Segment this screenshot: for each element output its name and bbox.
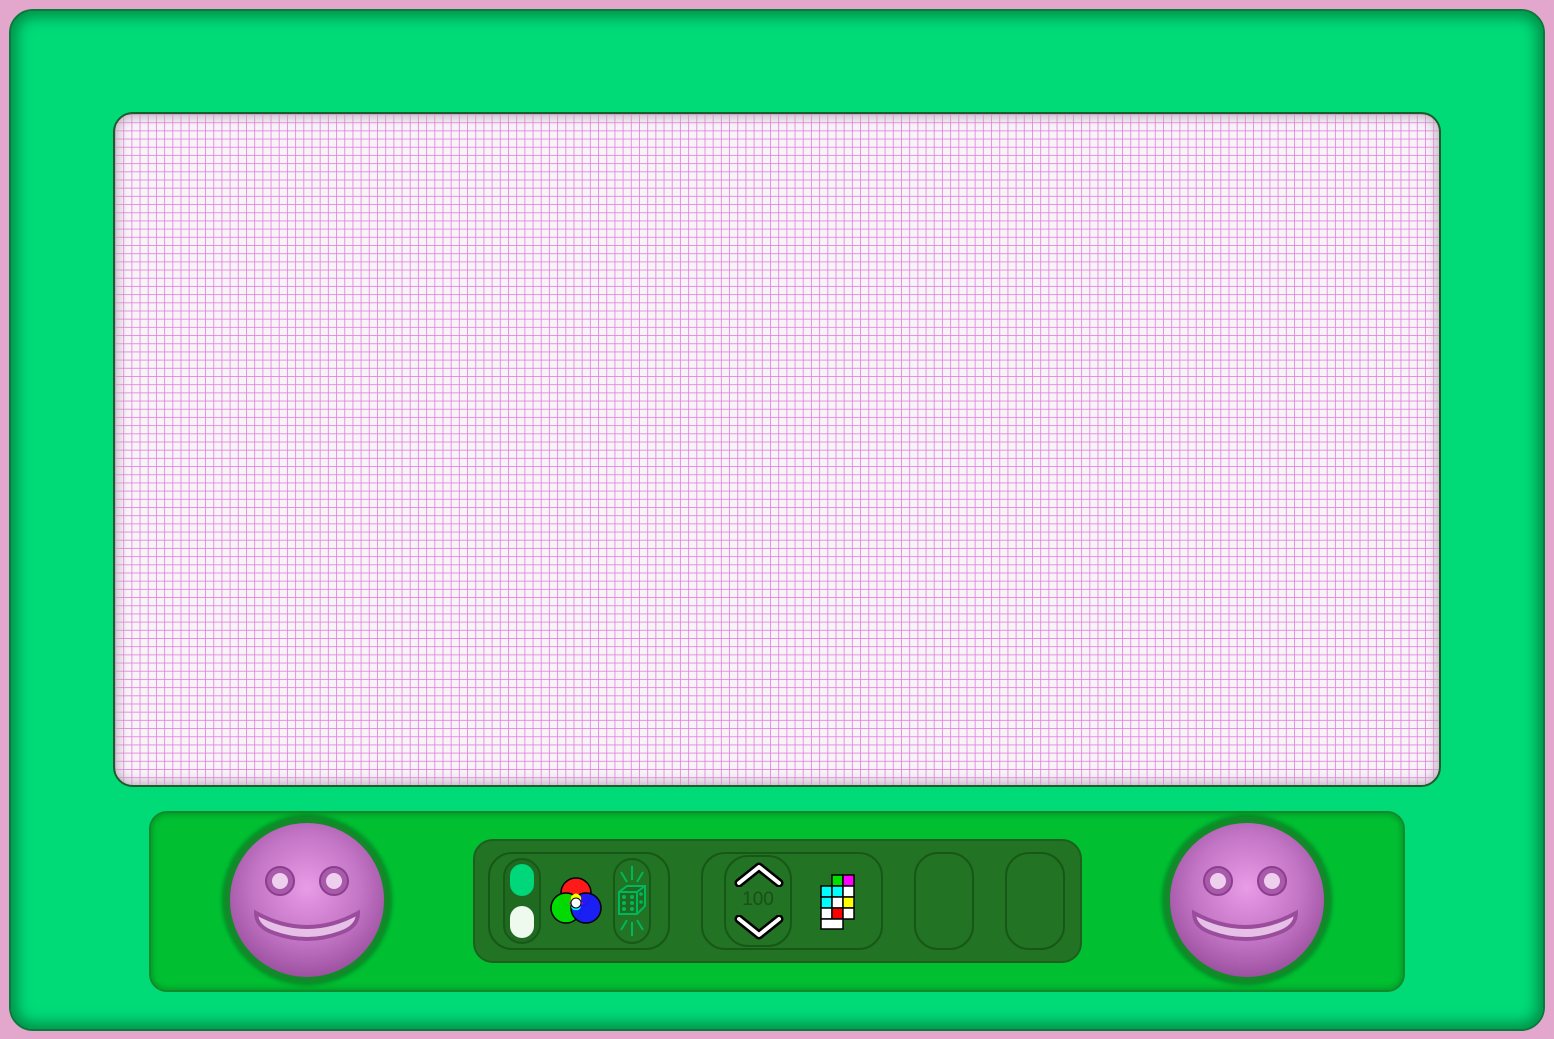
color-picker-button[interactable] bbox=[549, 875, 603, 927]
drawing-grid-canvas[interactable] bbox=[113, 112, 1441, 787]
random-dice-icon bbox=[618, 866, 646, 936]
brush-size-stepper[interactable]: 100 bbox=[724, 855, 792, 947]
rgb-color-circles-icon bbox=[550, 877, 602, 924]
left-knob[interactable] bbox=[224, 817, 390, 983]
smiley-face-icon bbox=[253, 866, 361, 941]
toggle-top-indicator bbox=[510, 864, 534, 896]
pattern-palette-button[interactable] bbox=[820, 873, 858, 931]
brush-size-value: 100 bbox=[742, 889, 774, 910]
right-knob[interactable] bbox=[1164, 817, 1330, 983]
decrease-size-button[interactable] bbox=[734, 914, 784, 941]
empty-slot-2[interactable] bbox=[1005, 852, 1065, 950]
color-blocks-icon bbox=[820, 874, 855, 930]
increase-size-button[interactable] bbox=[734, 861, 784, 888]
chevron-down-icon bbox=[734, 914, 784, 940]
toggle-bottom-indicator bbox=[510, 906, 534, 938]
empty-slot-1[interactable] bbox=[914, 852, 974, 950]
random-dice-button[interactable] bbox=[613, 858, 651, 944]
smiley-face-icon bbox=[1191, 866, 1299, 941]
chevron-up-icon bbox=[734, 862, 784, 888]
toggle-switch[interactable] bbox=[503, 858, 541, 944]
